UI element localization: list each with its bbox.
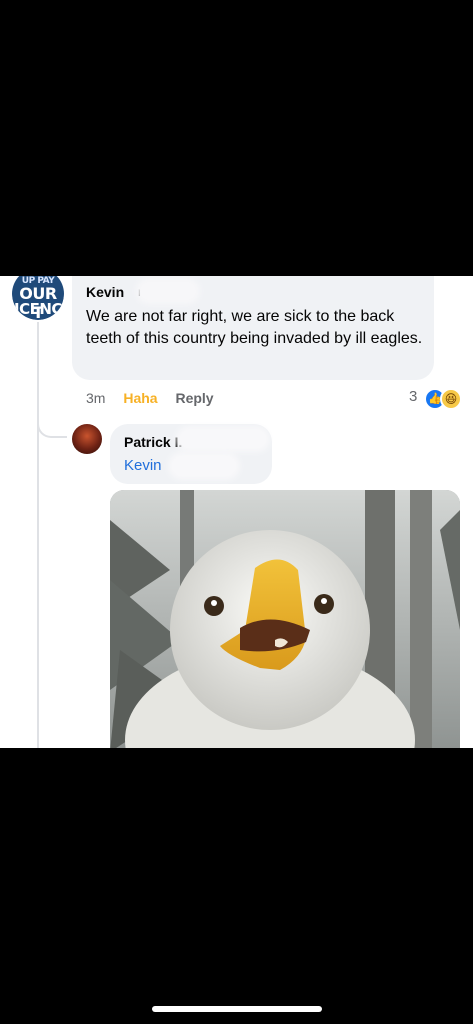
- reply-connector: [37, 416, 67, 438]
- haha-reaction-button[interactable]: Haha: [123, 390, 157, 406]
- facebook-comment-screenshot: UP PAY OUR T ICENC Kevin r We are not fa…: [0, 276, 473, 748]
- eagle-illustration: [110, 490, 460, 748]
- reply-author-avatar[interactable]: [72, 424, 102, 454]
- home-indicator[interactable]: [152, 1006, 322, 1012]
- reply-bubble: Patrick I. Kevin: [110, 424, 272, 484]
- avatar-text-line-3: ICENC: [14, 300, 62, 318]
- reply-author[interactable]: Patrick I.: [124, 434, 182, 450]
- reaction-count[interactable]: 3: [409, 388, 417, 405]
- reply-button[interactable]: Reply: [175, 390, 213, 406]
- comment-author[interactable]: Kevin: [86, 284, 124, 300]
- eagle-gif-attachment[interactable]: [110, 490, 460, 748]
- tagged-user-link[interactable]: Kevin: [124, 457, 162, 474]
- redacted-surname: [140, 282, 196, 300]
- redacted-surname: [180, 430, 266, 448]
- haha-icon: 😆: [440, 388, 462, 410]
- commenter-avatar[interactable]: UP PAY OUR T ICENC: [12, 276, 64, 320]
- redacted-tag: [172, 456, 236, 476]
- comment-text: We are not far right, we are sick to the…: [86, 308, 423, 347]
- comment-actions: 3m Haha Reply: [86, 390, 228, 406]
- comment-bubble: Kevin r We are not far right, we are sic…: [72, 276, 434, 380]
- thread-line: [37, 322, 39, 748]
- comment-timestamp[interactable]: 3m: [86, 390, 105, 406]
